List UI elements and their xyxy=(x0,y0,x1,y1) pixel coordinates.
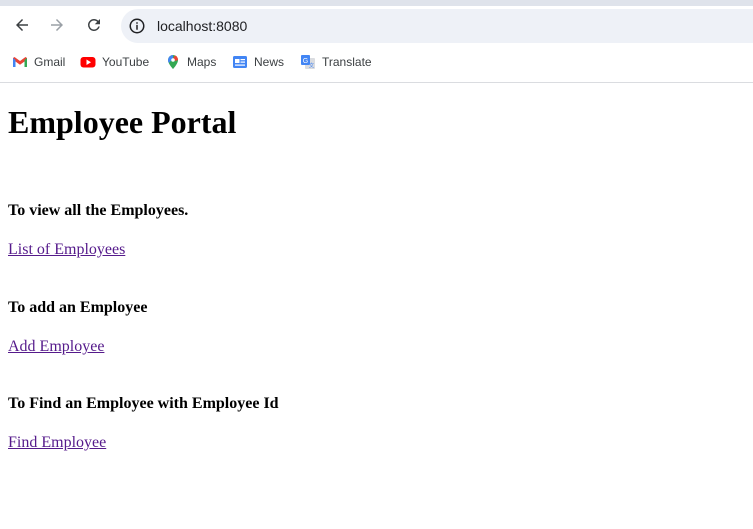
add-employee-label: To add an Employee xyxy=(8,299,148,316)
bookmark-gmail[interactable]: Gmail xyxy=(12,52,65,72)
list-employees-link[interactable]: List of Employees xyxy=(8,241,125,259)
arrow-left-icon xyxy=(16,19,28,31)
svg-text:G: G xyxy=(303,58,308,65)
forward-button[interactable] xyxy=(42,10,72,40)
maps-icon xyxy=(168,55,179,69)
bookmark-maps[interactable]: Maps xyxy=(165,52,216,72)
arrow-right-icon xyxy=(51,19,63,31)
gmail-icon xyxy=(13,57,27,67)
bookmark-translate[interactable]: G 文 Translate xyxy=(300,52,372,72)
find-employee-link[interactable]: Find Employee xyxy=(8,434,106,452)
bookmark-label: News xyxy=(254,55,285,69)
reload-icon xyxy=(87,18,100,31)
news-icon xyxy=(233,56,247,68)
back-button[interactable] xyxy=(7,10,37,40)
url-text[interactable]: localhost:8080 xyxy=(157,18,247,34)
youtube-icon xyxy=(80,57,96,68)
bookmark-label: Maps xyxy=(187,55,217,69)
bookmark-youtube[interactable]: YouTube xyxy=(80,52,149,72)
find-employee-label: To Find an Employee with Employee Id xyxy=(8,395,279,412)
info-icon[interactable] xyxy=(128,17,146,35)
address-bar[interactable]: localhost:8080 xyxy=(121,9,753,43)
bookmark-label: YouTube xyxy=(102,55,150,69)
bookmarks-bar: Gmail YouTube Maps News G 文 Translate xyxy=(0,49,753,75)
bookmark-news[interactable]: News xyxy=(232,52,284,72)
browser-chrome: localhost:8080 Gmail YouTube Maps News G… xyxy=(0,0,753,83)
reload-button[interactable] xyxy=(79,10,109,40)
translate-icon: G 文 xyxy=(301,55,315,70)
add-employee-link[interactable]: Add Employee xyxy=(8,338,104,356)
svg-text:文: 文 xyxy=(309,62,315,70)
bookmark-label: Gmail xyxy=(34,55,66,69)
view-employees-label: To view all the Employees. xyxy=(8,202,189,219)
browser-toolbar: localhost:8080 xyxy=(0,6,753,44)
bookmark-label: Translate xyxy=(322,55,372,69)
page-title: Employee Portal xyxy=(8,104,237,140)
